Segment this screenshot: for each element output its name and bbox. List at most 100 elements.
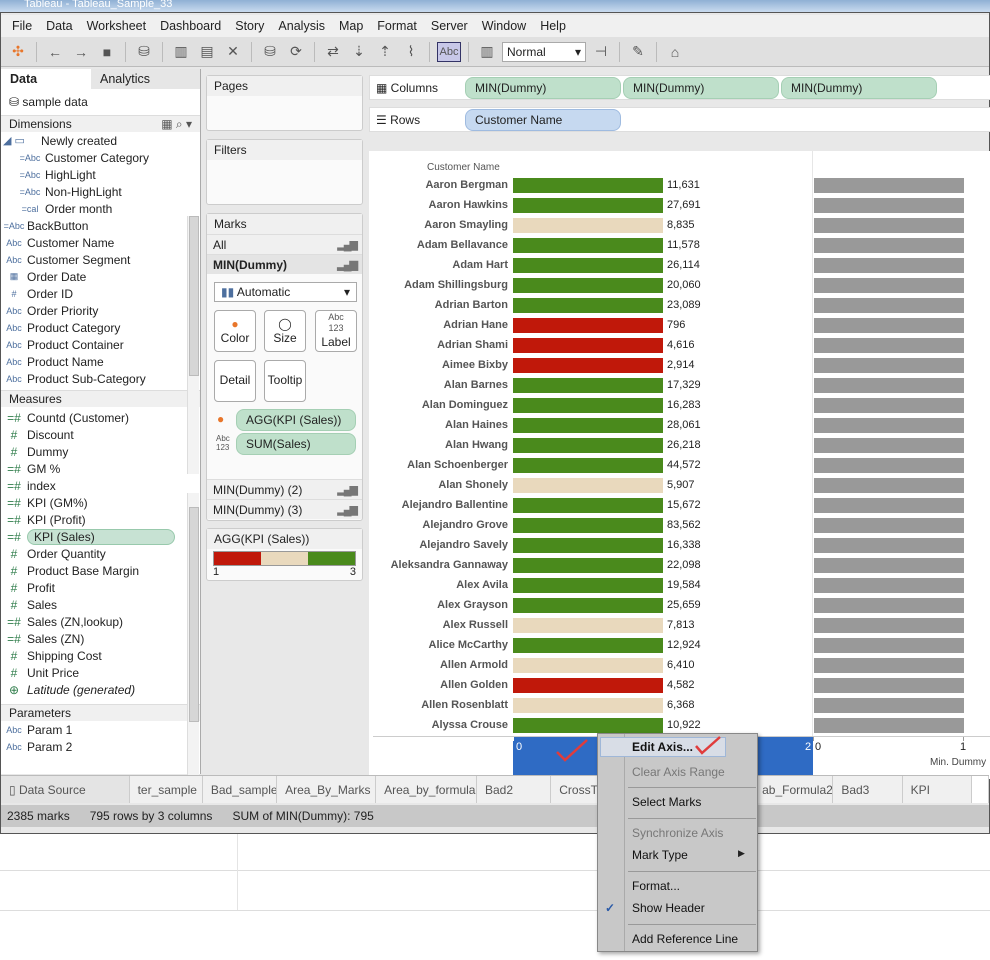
bar-grey[interactable]	[814, 558, 964, 573]
pill-customer-name[interactable]: Customer Name	[465, 109, 621, 131]
menu-dashboard[interactable]: Dashboard	[153, 15, 228, 37]
bar-kpi-bad[interactable]	[513, 358, 663, 373]
bar-grey[interactable]	[814, 338, 964, 353]
bar-grey[interactable]	[814, 658, 964, 673]
bar-kpi-good[interactable]	[513, 558, 663, 573]
field-product-container[interactable]: Abc Product Container	[1, 336, 200, 353]
bar-kpi-good[interactable]	[513, 418, 663, 433]
bar-grey[interactable]	[814, 418, 964, 433]
clear-sheet-icon[interactable]: ✕	[222, 42, 244, 62]
menu-help[interactable]: Help	[533, 15, 573, 37]
row-label[interactable]: Alyssa Crouse	[432, 719, 508, 731]
menu-data[interactable]: Data	[39, 15, 79, 37]
columns-shelf[interactable]: ▦ Columns MIN(Dummy) MIN(Dummy) MIN(Dummy)	[369, 75, 990, 100]
sheet-tab-area-by-formula[interactable]: Area_by_formula	[376, 776, 477, 803]
bar-grey[interactable]	[814, 298, 964, 313]
bar-kpi-good[interactable]	[513, 398, 663, 413]
bar-grey[interactable]	[814, 318, 964, 333]
pill-sum-sales[interactable]: SUM(Sales)	[236, 433, 356, 455]
field-product-name[interactable]: Abc Product Name	[1, 353, 200, 370]
color-legend[interactable]: AGG(KPI (Sales)) 13	[206, 528, 363, 581]
field-countd-customer[interactable]: =# Countd (Customer)	[1, 409, 200, 426]
field-product-base-margin[interactable]: # Product Base Margin	[1, 562, 200, 579]
save-icon[interactable]: ■	[96, 42, 118, 62]
search-icon[interactable]: ▦ ⌕ ▾	[161, 117, 192, 132]
menu-server[interactable]: Server	[424, 15, 475, 37]
row-label[interactable]: Aaron Smayling	[424, 219, 508, 231]
field-order-date[interactable]: ▦ Order Date	[1, 268, 200, 285]
row-label[interactable]: Aaron Bergman	[425, 179, 508, 191]
bar-grey[interactable]	[814, 198, 964, 213]
field-sales[interactable]: # Sales	[1, 596, 200, 613]
sheet-tab-bad3[interactable]: Bad3	[833, 776, 903, 803]
field-latitude-generated[interactable]: ⊕ Latitude (generated)	[1, 681, 200, 698]
bar-kpi-good[interactable]	[513, 378, 663, 393]
swap-icon[interactable]: ⇄	[322, 42, 344, 62]
label-button[interactable]: Abc 123 Label	[315, 310, 357, 352]
sheet-tab-bad2[interactable]: Bad2	[477, 776, 552, 803]
bar-grey[interactable]	[814, 718, 964, 733]
bar-kpi-bad[interactable]	[513, 338, 663, 353]
bar-grey[interactable]	[814, 258, 964, 273]
bar-kpi-bad[interactable]	[513, 318, 663, 333]
row-label[interactable]: Allen Rosenblatt	[421, 699, 508, 711]
row-label[interactable]: Adam Bellavance	[417, 239, 508, 251]
color-button[interactable]: ● Color	[214, 310, 256, 352]
menu-item-edit-axis[interactable]: Edit Axis...	[632, 740, 693, 754]
size-button[interactable]: ◯ Size	[264, 310, 306, 352]
presentation-icon[interactable]: ⌂	[664, 42, 686, 62]
measures-scrollbar[interactable]	[187, 493, 199, 789]
row-label[interactable]: Alex Avila	[456, 579, 508, 591]
field-sales-zn-lookup[interactable]: =# Sales (ZN,lookup)	[1, 613, 200, 630]
fix-axes-icon[interactable]: ⊣	[590, 42, 612, 62]
parameter-param-1[interactable]: Abc Param 1	[1, 721, 200, 738]
show-labels-button[interactable]: Abc	[437, 41, 461, 62]
row-label[interactable]: Aimee Bixby	[442, 359, 508, 371]
bar-kpi-good[interactable]	[513, 258, 663, 273]
bar-grey[interactable]	[814, 398, 964, 413]
row-label[interactable]: Alejandro Grove	[422, 519, 508, 531]
sheet-tab-ab-formula2[interactable]: ab_Formula2	[754, 776, 834, 803]
row-label[interactable]: Adam Hart	[452, 259, 508, 271]
row-label[interactable]: Alex Grayson	[437, 599, 508, 611]
row-label[interactable]: Alan Haines	[445, 419, 508, 431]
bar-kpi-good[interactable]	[513, 438, 663, 453]
new-worksheet-icon[interactable]: ▥	[170, 42, 192, 62]
bar-kpi-good[interactable]	[513, 198, 663, 213]
bar-grey[interactable]	[814, 618, 964, 633]
menu-item-format[interactable]: Format...	[632, 879, 680, 893]
field-customer-category[interactable]: =Abc Customer Category	[1, 149, 200, 166]
row-label[interactable]: Alan Hwang	[445, 439, 508, 451]
tab-analytics[interactable]: Analytics	[91, 69, 181, 89]
field-order-month[interactable]: =cal Order month	[1, 200, 200, 217]
pause-updates-icon[interactable]: ⛁	[259, 42, 281, 62]
menu-worksheet[interactable]: Worksheet	[80, 15, 154, 37]
bar-kpi-good[interactable]	[513, 578, 663, 593]
bar-grey[interactable]	[814, 598, 964, 613]
sheet-tab-kpi[interactable]: KPI	[903, 776, 972, 803]
bar-grey[interactable]	[814, 378, 964, 393]
row-label[interactable]: Alan Dominguez	[422, 399, 508, 411]
bar-grey[interactable]	[814, 238, 964, 253]
forward-icon[interactable]: →	[70, 42, 92, 62]
marks-min-dummy-2[interactable]: MIN(Dummy) (2) ▂▄▆	[207, 479, 362, 499]
tableau-logo-icon[interactable]: ✣	[7, 42, 29, 62]
field-order-priority[interactable]: Abc Order Priority	[1, 302, 200, 319]
pill-min-dummy-1[interactable]: MIN(Dummy)	[465, 77, 621, 99]
sheet-tab-area-by-marks[interactable]: Area_By_Marks	[277, 776, 377, 803]
menu-item-select-marks[interactable]: Select Marks	[632, 795, 701, 809]
bar-kpi-mid[interactable]	[513, 218, 663, 233]
tab-data[interactable]: Data	[1, 69, 91, 89]
bar-kpi-good[interactable]	[513, 458, 663, 473]
bar-grey[interactable]	[814, 438, 964, 453]
bar-kpi-good[interactable]	[513, 718, 663, 733]
pill-agg-kpi-sales[interactable]: AGG(KPI (Sales))	[236, 409, 356, 431]
menu-window[interactable]: Window	[475, 15, 533, 37]
bar-grey[interactable]	[814, 578, 964, 593]
bar-grey[interactable]	[814, 218, 964, 233]
field-kpi-gm[interactable]: =# KPI (GM%)	[1, 494, 200, 511]
field-unit-price[interactable]: # Unit Price	[1, 664, 200, 681]
field-discount[interactable]: # Discount	[1, 426, 200, 443]
row-label[interactable]: Alice McCarthy	[429, 639, 508, 651]
row-label[interactable]: Adrian Barton	[435, 299, 508, 311]
